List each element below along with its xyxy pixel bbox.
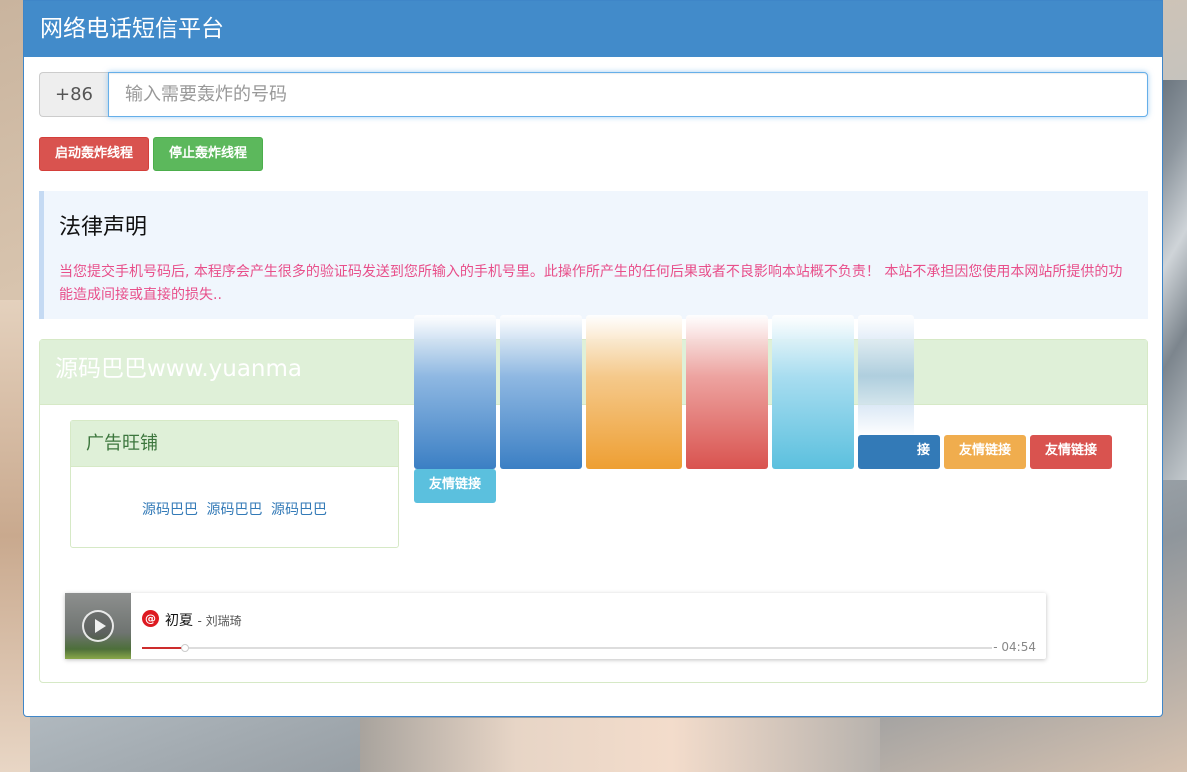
legal-notice: 法律声明 当您提交手机号码后, 本程序会产生很多的验证码发送到您所输入的手机号里… [39,191,1148,319]
music-player: @ 初夏 - 刘瑞琦 - 04:54 [65,593,1046,659]
progress-handle[interactable] [180,644,189,652]
ad-panel: 广告旺铺 源码巴巴 源码巴巴 源码巴巴 [70,420,399,548]
ad-link[interactable]: 源码巴巴 [207,502,263,518]
link-tile-blurred[interactable] [686,315,768,469]
notice-title: 法律声明 [59,215,148,240]
song-info: 初夏 - 刘瑞琦 [165,610,242,630]
play-icon[interactable] [82,610,114,642]
links-box: 源码巴巴www.yuanma 广告旺铺 源码巴巴 源码巴巴 源码巴巴 接 友情链… [39,315,1148,683]
netease-music-icon: @ [142,610,159,627]
link-tile-blurred[interactable] [586,315,682,469]
friend-link[interactable]: 友情链接 [414,469,496,503]
main-panel: 网络电话短信平台 +86 启动轰炸线程 停止轰炸线程 法律声明 当您提交手机号码… [23,0,1163,717]
phone-input-group: +86 [39,72,1148,117]
progress-bar[interactable] [142,644,992,652]
stop-button[interactable]: 停止轰炸线程 [153,137,263,171]
link-tile-blurred[interactable] [500,315,582,469]
notice-text: 当您提交手机号码后, 本程序会产生很多的验证码发送到您所输入的手机号里。此操作所… [59,264,1123,303]
ad-title: 广告旺铺 [71,421,398,467]
link-tile-blurred[interactable] [772,315,854,469]
album-cover [65,593,131,659]
link-tile-blurred[interactable] [414,315,496,469]
song-title: 初夏 [165,613,193,629]
ad-links: 源码巴巴 源码巴巴 源码巴巴 [71,467,398,519]
phone-number-input[interactable] [108,72,1148,117]
ad-link[interactable]: 源码巴巴 [271,502,327,518]
friend-link-partial[interactable]: 接 [858,435,940,469]
progress-fill [142,647,185,649]
link-tile-blurred[interactable] [858,315,914,437]
friend-link[interactable]: 友情链接 [1030,435,1112,469]
start-button[interactable]: 启动轰炸线程 [39,137,149,171]
friend-link[interactable]: 友情链接 [944,435,1026,469]
background-texture-bottom [360,718,880,772]
time-remaining: - 04:54 [993,640,1036,654]
page-title: 网络电话短信平台 [24,1,1162,57]
country-code-addon: +86 [39,72,108,117]
song-artist: - 刘瑞琦 [197,614,242,628]
ad-link[interactable]: 源码巴巴 [142,502,198,518]
